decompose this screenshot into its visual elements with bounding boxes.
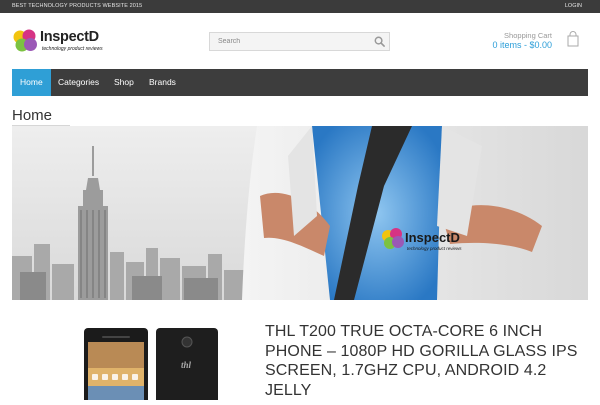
nav-item-categories[interactable]: Categories: [50, 69, 107, 96]
main-nav: Home Categories Shop Brands: [12, 69, 588, 96]
search-box: [209, 32, 390, 51]
nav-item-brands[interactable]: Brands: [141, 69, 184, 96]
logo-brand: InspectD: [40, 29, 99, 45]
search-icon[interactable]: [374, 36, 385, 47]
banner-subtitle: technology product reviews: [407, 246, 462, 251]
search-input[interactable]: [210, 33, 370, 50]
product-image[interactable]: thl: [76, 320, 228, 405]
logo-subtitle: technology product reviews: [42, 46, 103, 52]
hero-banner-image: InspectD technology product reviews: [12, 126, 588, 300]
hero-banner[interactable]: InspectD technology product reviews: [12, 126, 588, 300]
nav-item-shop[interactable]: Shop: [106, 69, 142, 96]
cart-summary[interactable]: 0 items - $0.00: [492, 40, 552, 50]
site-logo[interactable]: InspectD technology product reviews: [12, 28, 108, 54]
product-title[interactable]: THL T200 TRUE OCTA-CORE 6 INCH PHONE – 1…: [265, 322, 595, 400]
top-bar: BEST TECHNOLOGY PRODUCTS WEBSITE 2015 LO…: [0, 0, 600, 13]
shopping-bag-icon[interactable]: [567, 31, 579, 47]
cart-label: Shopping Cart: [504, 31, 552, 40]
banner-brand: InspectD: [405, 230, 460, 245]
phone-brand-mark: thl: [181, 360, 192, 370]
site-tagline: BEST TECHNOLOGY PRODUCTS WEBSITE 2015: [12, 3, 143, 9]
page-title: Home: [12, 107, 53, 124]
nav-item-home[interactable]: Home: [12, 69, 51, 96]
logo-dots-icon: [13, 29, 37, 52]
login-link[interactable]: LOGIN: [565, 0, 582, 13]
